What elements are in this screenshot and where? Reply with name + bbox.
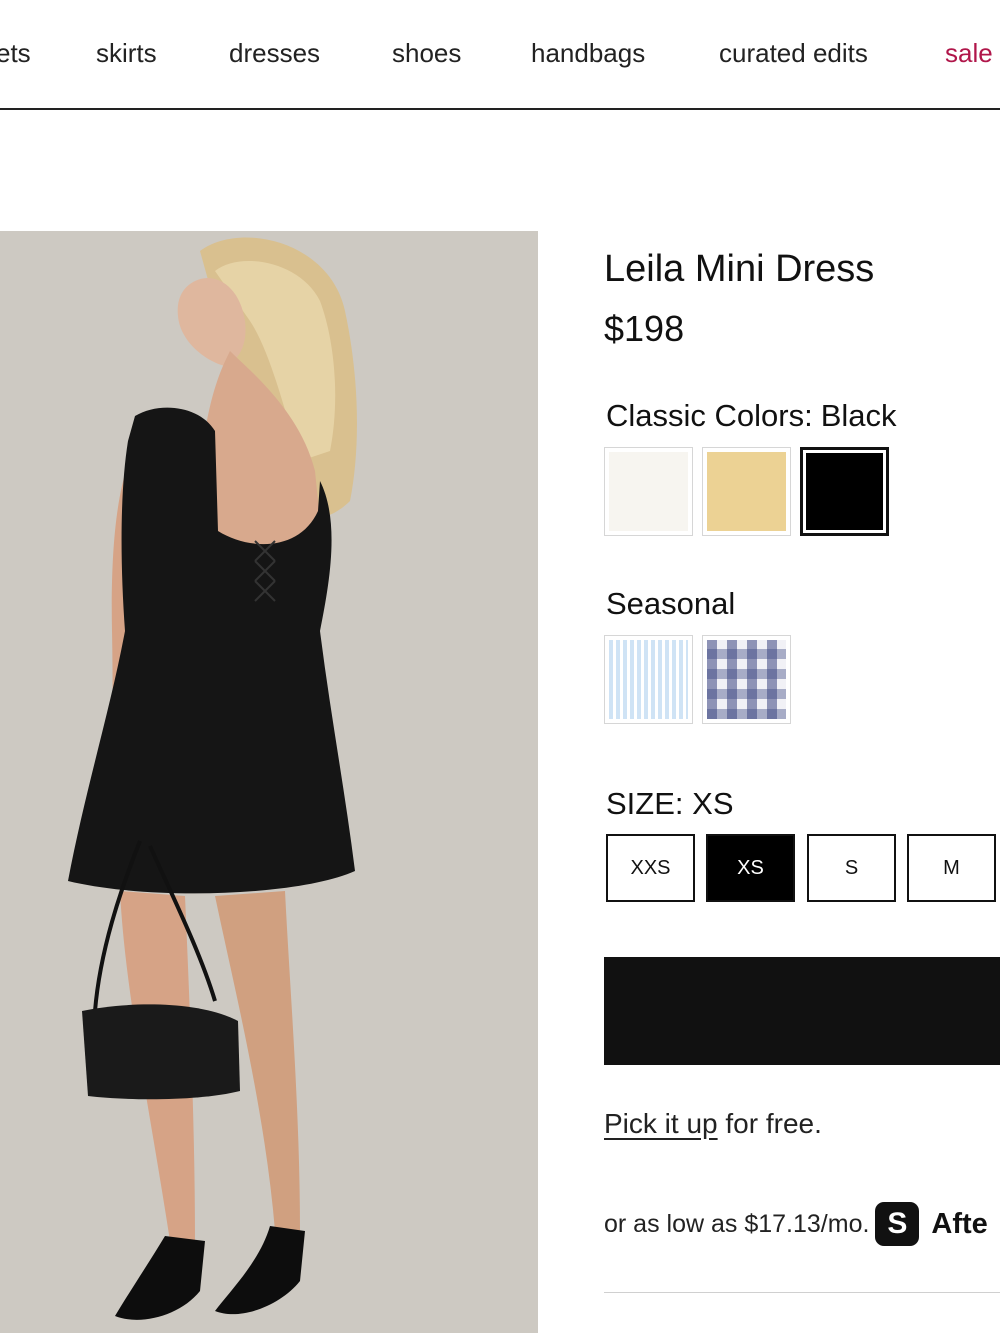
top-navigation: ets skirts dresses shoes handbags curate… (0, 0, 1000, 110)
product-title: Leila Mini Dress (604, 248, 875, 290)
color-swatch-ivory[interactable] (604, 447, 693, 536)
nav-item-dresses[interactable]: dresses (229, 38, 320, 69)
classic-colors-label: Classic Colors: Black (606, 398, 897, 434)
nav-item-sale[interactable]: sale (945, 38, 993, 69)
swatch-fill (806, 453, 883, 530)
section-divider (604, 1292, 1000, 1293)
afterpay-brand[interactable]: Afte (931, 1208, 987, 1241)
color-swatch-navy-plaid[interactable] (702, 635, 791, 724)
nav-item-shoes[interactable]: shoes (392, 38, 461, 69)
selected-color-value: Black (820, 398, 897, 433)
size-option-m[interactable]: M (907, 834, 996, 902)
color-swatch-blue-stripe[interactable] (604, 635, 693, 724)
swatch-fill (609, 452, 688, 531)
swatch-fill (707, 640, 786, 719)
size-heading: SIZE: (606, 786, 684, 821)
classic-colors-heading: Classic Colors: (606, 398, 813, 433)
afterpay-promo: or as low as $17.13/mo. S Afte (604, 1200, 988, 1248)
seasonal-label: Seasonal (606, 586, 736, 621)
pickup-text: for free. (725, 1108, 822, 1139)
size-option-xxs[interactable]: XXS (606, 834, 695, 902)
installment-text: or as low as $17.13/mo. (604, 1209, 870, 1238)
selected-size-value: XS (692, 786, 734, 821)
add-to-bag-button[interactable] (604, 957, 1000, 1065)
nav-item-skirts[interactable]: skirts (96, 38, 157, 69)
product-image-illustration (0, 231, 538, 1333)
product-image[interactable] (0, 231, 538, 1333)
nav-item-curated-edits[interactable]: curated edits (719, 38, 868, 69)
swatch-fill (707, 452, 786, 531)
size-option-xs[interactable]: XS (706, 834, 795, 902)
nav-item-handbags[interactable]: handbags (531, 38, 645, 69)
cash-app-icon: S (875, 1202, 920, 1246)
nav-item-jackets[interactable]: ets (0, 38, 31, 69)
color-swatch-black[interactable] (800, 447, 889, 536)
product-price: $198 (604, 308, 685, 349)
size-option-s[interactable]: S (807, 834, 896, 902)
color-swatch-yellow[interactable] (702, 447, 791, 536)
pick-it-up-link[interactable]: Pick it up (604, 1108, 718, 1139)
pickup-info: Pick it up for free. (604, 1108, 822, 1140)
swatch-fill (609, 640, 688, 719)
size-label: SIZE: XS (606, 786, 734, 822)
